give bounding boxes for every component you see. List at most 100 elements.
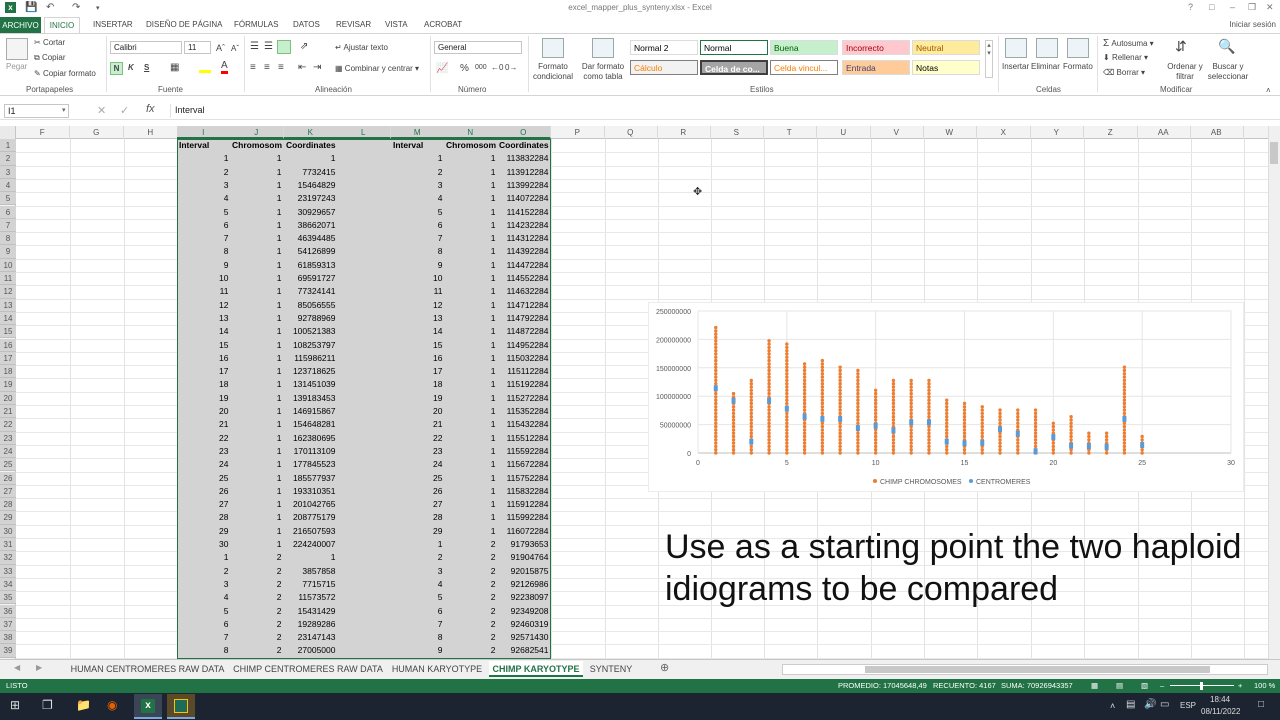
table-cell[interactable]: 193310351 [284,485,338,498]
format-as-table-icon[interactable] [592,38,614,58]
table-cell[interactable]: 46394485 [284,232,338,245]
binoculars-icon[interactable]: 🔍 [1218,38,1235,55]
table-cell[interactable]: 26 [177,485,231,498]
table-cell[interactable]: 1 [230,511,284,524]
table-cell[interactable]: 1 [230,445,284,458]
next-sheet-icon[interactable]: ▶ [36,663,42,672]
table-cell[interactable]: 114232284 [497,219,551,232]
align-top-icon[interactable]: ☰ [250,41,259,52]
row-header[interactable]: 20 [0,391,16,405]
column-header-q[interactable]: Q [604,126,658,139]
name-box-dropdown-icon[interactable]: ▾ [62,106,66,114]
minimize-icon[interactable]: – [1230,2,1235,12]
column-header-h[interactable]: H [124,126,178,139]
table-cell[interactable]: 170113109 [284,445,338,458]
table-cell[interactable]: 1 [230,312,284,325]
row-header[interactable]: 34 [0,577,16,592]
table-cell[interactable]: 114392284 [497,245,551,258]
column-header-o[interactable]: O [497,126,551,139]
table-cell[interactable]: 12 [391,299,445,312]
column-header-t[interactable]: T [763,126,817,139]
table-cell[interactable]: 1 [444,472,498,485]
table-cell[interactable]: 1 [284,551,338,564]
table-cell[interactable]: 2 [444,551,498,564]
table-cell[interactable]: 13 [391,312,445,325]
table-cell[interactable]: 29 [391,525,445,538]
tab-insertar[interactable]: INSERTAR [93,20,133,29]
table-cell[interactable]: 19 [177,392,231,405]
table-cell[interactable]: 54126899 [284,245,338,258]
row-header[interactable]: 6 [0,205,16,219]
styles-scroll-icon[interactable]: ▴ ▾ [985,40,993,78]
currency-icon[interactable]: 📈 [436,63,448,74]
customize-qat-icon[interactable]: ▾ [96,4,100,12]
table-cell[interactable]: 28 [391,511,445,524]
redo-icon[interactable]: ↷ [72,2,80,13]
tray-expand-icon[interactable]: ˄ [1110,701,1115,711]
table-cell[interactable]: 4 [391,578,445,591]
table-cell[interactable]: 2 [444,591,498,604]
table-header-cell[interactable]: Interval [177,139,231,152]
find-select-button[interactable]: Buscar y seleccionar [1203,62,1253,82]
table-cell[interactable]: 1 [444,458,498,471]
table-cell[interactable]: 7 [177,631,231,644]
table-cell[interactable]: 91904764 [497,551,551,564]
table-cell[interactable]: 21 [391,418,445,431]
table-cell[interactable]: 2 [230,631,284,644]
table-cell[interactable]: 113832284 [497,152,551,165]
file-explorer-icon[interactable]: 📁 [76,698,91,712]
table-cell[interactable]: 1 [230,352,284,365]
increase-indent-icon[interactable]: ⇥ [313,62,321,73]
table-cell[interactable]: 1 [391,538,445,551]
insert-cells-icon[interactable] [1005,38,1027,58]
notifications-icon[interactable]: □ [1258,699,1264,710]
decrease-decimal-icon[interactable]: 0→ [505,63,517,72]
table-cell[interactable]: 216507593 [284,525,338,538]
row-header[interactable]: 15 [0,325,16,339]
table-cell[interactable]: 18 [391,378,445,391]
table-cell[interactable]: 11573572 [284,591,338,604]
shrink-font-icon[interactable]: Aˇ [231,44,239,53]
table-cell[interactable]: 114312284 [497,232,551,245]
table-cell[interactable]: 1 [444,365,498,378]
row-header[interactable]: 4 [0,178,16,193]
column-header-l[interactable]: L [337,126,391,139]
zoom-out-icon[interactable]: – [1160,681,1164,690]
row-header[interactable]: 5 [0,192,16,206]
underline-button[interactable]: S [144,63,149,72]
table-cell[interactable]: 2 [391,551,445,564]
table-cell[interactable]: 1 [230,365,284,378]
table-cell[interactable]: 1 [444,405,498,418]
align-left-icon[interactable]: ≡ [250,62,256,73]
table-cell[interactable]: 1 [444,325,498,338]
column-header-g[interactable]: G [70,126,124,139]
battery-icon[interactable]: ▭ [1160,699,1169,710]
table-cell[interactable]: 1 [444,166,498,179]
table-header-cell[interactable]: Interval [391,139,445,152]
table-cell[interactable]: 22 [391,432,445,445]
scatter-chart[interactable]: 0 50000000 100000000 150000000 200000000 2500… [648,302,1244,492]
row-header[interactable]: 12 [0,285,16,299]
row-header[interactable]: 14 [0,311,16,326]
tab-diseno[interactable]: DISEÑO DE PÁGINA [146,20,222,29]
table-cell[interactable]: 15 [391,339,445,352]
table-cell[interactable]: 1 [444,498,498,511]
table-cell[interactable]: 92571430 [497,631,551,644]
font-name-select[interactable]: Calibri [110,41,182,54]
table-cell[interactable]: 115832284 [497,485,551,498]
format-painter-button[interactable]: ✎ Copiar formato [34,69,96,78]
table-cell[interactable]: 6 [177,219,231,232]
table-cell[interactable]: 38662071 [284,219,338,232]
table-cell[interactable]: 20 [177,405,231,418]
row-header[interactable]: 27 [0,484,16,499]
zoom-level[interactable]: 100 % [1254,681,1275,690]
insert-function-icon[interactable]: fx [146,103,155,115]
align-middle-icon[interactable]: ☰ [264,41,273,52]
table-cell[interactable]: 69591727 [284,272,338,285]
table-cell[interactable]: 3 [391,565,445,578]
table-cell[interactable]: 18 [177,378,231,391]
table-cell[interactable]: 1 [230,325,284,338]
font-color-icon[interactable]: A [221,61,228,74]
table-header-cell[interactable]: Chromosom [230,139,284,152]
table-cell[interactable]: 1 [230,432,284,445]
